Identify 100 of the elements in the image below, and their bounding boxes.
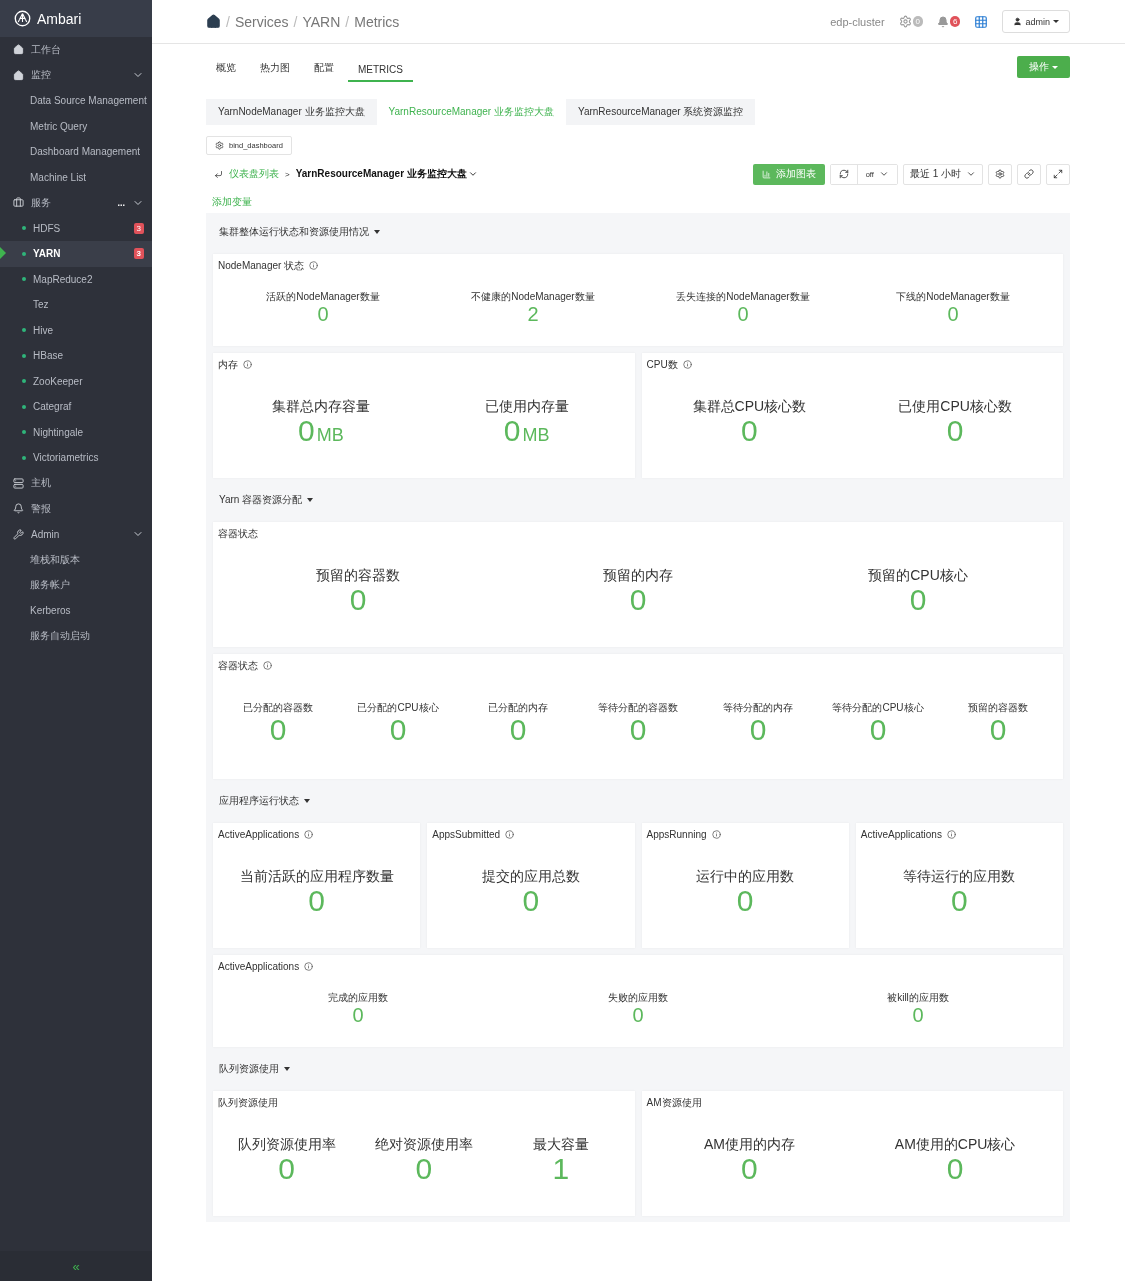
stat-label: 已使用CPU核心数: [898, 398, 1012, 416]
stat-label: AM使用的CPU核心: [894, 1136, 1016, 1154]
stat-label: 提交的应用总数: [481, 868, 580, 886]
sidebar-item[interactable]: 服务自动启动: [0, 623, 152, 649]
stat-value: 0 MB: [503, 416, 550, 446]
info-icon[interactable]: [304, 962, 314, 971]
panel-title: 内存: [218, 357, 238, 372]
sidebar-item[interactable]: Victoriametrics: [0, 445, 152, 471]
stat-value: 0: [909, 585, 927, 615]
fullscreen-icon: [1053, 169, 1063, 179]
gear-icon: [215, 141, 224, 150]
breadcrumb-separator: /: [345, 13, 350, 30]
chart-icon: [761, 169, 771, 179]
stat-label: 预留的内存: [603, 567, 673, 585]
sidebar-item[interactable]: Admin: [0, 521, 152, 547]
sidebar-item[interactable]: 堆栈和版本: [0, 547, 152, 573]
breadcrumb-link[interactable]: Metrics: [354, 13, 400, 30]
panel-title: AppsRunning: [646, 829, 707, 840]
sidebar-item[interactable]: YARN 3: [0, 241, 152, 267]
sidebar-item[interactable]: Dashboard Management: [0, 139, 152, 165]
sidebar-item[interactable]: Machine List: [0, 164, 152, 190]
stat-value: 0: [522, 886, 540, 916]
sidebar-item[interactable]: HBase: [0, 343, 152, 369]
caret-icon: [1052, 65, 1058, 69]
tab[interactable]: 热力图: [250, 61, 300, 82]
info-icon[interactable]: [505, 830, 515, 839]
stat-label: 已分配的CPU核心: [357, 701, 439, 715]
stat-label: 集群总CPU核心数: [692, 398, 807, 416]
time-range-dropdown[interactable]: 最近 1 小时: [902, 163, 983, 185]
sidebar-item[interactable]: Hive: [0, 317, 152, 343]
stat-label: 丢失连接的NodeManager数量: [676, 289, 810, 304]
settings-icon[interactable]: [898, 15, 912, 28]
stat-label: 已分配的容器数: [243, 701, 313, 715]
back-icon[interactable]: [214, 169, 223, 179]
caret-icon: [307, 498, 314, 502]
row-group-header[interactable]: 队列资源使用: [213, 1054, 1063, 1084]
sidebar-item[interactable]: Categraf: [0, 394, 152, 420]
sidebar-item[interactable]: MapReduce2: [0, 266, 152, 292]
stat-value: 0: [947, 303, 959, 324]
sidebar-item[interactable]: Nightingale: [0, 419, 152, 445]
info-icon[interactable]: [711, 830, 721, 839]
panel-title: AppsSubmitted: [432, 829, 501, 840]
dashboard-tab[interactable]: YarnResourceManager 系统资源监控: [566, 99, 756, 125]
stat-value: 0: [946, 416, 964, 446]
panel-title: ActiveApplications: [860, 829, 942, 840]
panel-title: ActiveApplications: [218, 961, 300, 972]
sidebar-item[interactable]: HDFS 3: [0, 215, 152, 241]
breadcrumb-link[interactable]: Services: [234, 13, 289, 30]
chevron-down-icon: [878, 169, 889, 179]
alert-count: 3: [133, 248, 144, 260]
sidebar-item[interactable]: 监控: [0, 62, 152, 88]
info-icon[interactable]: [263, 661, 272, 670]
apps-grid-icon[interactable]: [974, 14, 989, 29]
settings-icon: [995, 169, 1005, 179]
app-logo-text: Ambari: [37, 10, 82, 27]
stat-label: 下线的NodeManager数量: [896, 289, 1010, 304]
caret-icon: [1053, 20, 1059, 23]
sidebar-item[interactable]: 工作台: [0, 37, 152, 63]
caret-icon: [284, 1067, 290, 1071]
bell-icon[interactable]: [937, 15, 950, 28]
breadcrumb-link[interactable]: YARN: [302, 13, 341, 30]
home-icon[interactable]: [206, 14, 221, 29]
stat-label: 等待分配的容器数: [598, 701, 678, 715]
tab[interactable]: METRICS: [348, 64, 413, 82]
sidebar-item[interactable]: 服务帐户: [0, 572, 152, 598]
info-icon[interactable]: [309, 261, 319, 270]
collapse-button[interactable]: «: [0, 1251, 152, 1281]
stat-label: 活跃的NodeManager数量: [266, 289, 380, 304]
dashboard-tab[interactable]: YarnNodeManager 业务监控大盘: [206, 99, 377, 125]
stat-value: 2: [527, 303, 539, 324]
sidebar-item[interactable]: 主机: [0, 470, 152, 496]
info-icon[interactable]: [243, 360, 252, 369]
stat-label: AM使用的内存: [703, 1136, 795, 1154]
stat-label: 预留的CPU核心: [868, 567, 968, 585]
info-icon[interactable]: [682, 360, 692, 369]
info-icon[interactable]: [946, 830, 956, 839]
sidebar-item[interactable]: 服务 ...: [0, 190, 152, 216]
stat-label: 完成的应用数: [328, 990, 388, 1005]
row-group-header[interactable]: Yarn 容器资源分配: [213, 485, 1063, 515]
fullscreen-button[interactable]: [1046, 163, 1070, 185]
panel-title: 容器状态: [218, 526, 258, 541]
tab[interactable]: 概览: [206, 61, 246, 82]
stat-value: 0: [629, 715, 647, 745]
panel-title: ActiveApplications: [218, 829, 300, 840]
settings-button[interactable]: [988, 163, 1012, 185]
sidebar-item[interactable]: ZooKeeper: [0, 368, 152, 394]
sidebar-item[interactable]: Data Source Management: [0, 88, 152, 114]
dashboard-title[interactable]: YarnResourceManager 业务监控大盘: [295, 167, 478, 181]
more-icon[interactable]: ...: [117, 197, 125, 208]
sidebar-item[interactable]: Kerberos: [0, 598, 152, 624]
row-group-header[interactable]: 集群整体运行状态和资源使用情况: [213, 217, 1063, 247]
stat-value: 0: [269, 715, 287, 745]
row-group-header[interactable]: 应用程序运行状态: [213, 786, 1063, 816]
share-link-button[interactable]: [1017, 163, 1041, 185]
sidebar-item[interactable]: Metric Query: [0, 113, 152, 139]
tab[interactable]: 配置: [304, 61, 344, 82]
sidebar-item[interactable]: Tez: [0, 292, 152, 318]
user-menu-button[interactable]: admin: [1002, 10, 1070, 33]
sidebar-item[interactable]: 警报: [0, 496, 152, 522]
info-icon[interactable]: [304, 830, 314, 839]
